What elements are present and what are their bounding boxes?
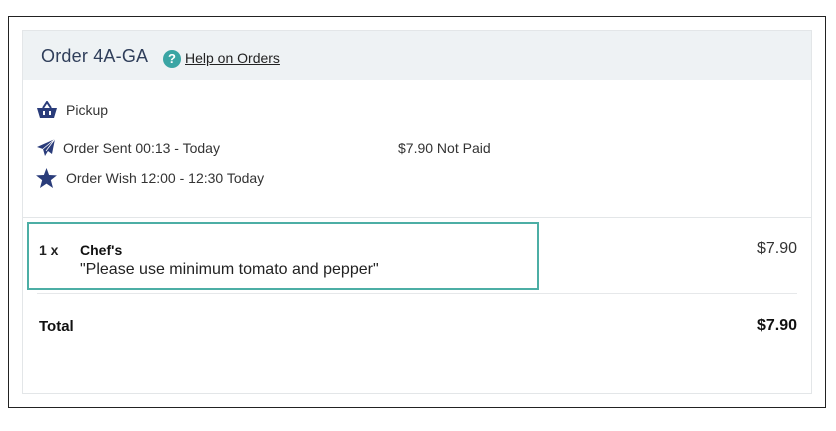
item-note: "Please use minimum tomato and pepper" [80,261,379,278]
payment-status: $7.90 Not Paid [398,140,491,156]
question-circle-icon[interactable]: ? [163,50,181,68]
order-wish-time: Order Wish 12:00 - 12:30 Today [66,170,265,186]
help-on-orders-link[interactable]: Help on Orders [185,50,280,66]
order-panel: Order 4A-GA ? Help on Orders Pickup Orde… [22,30,812,394]
order-title: Order 4A-GA [41,46,149,66]
order-header: Order 4A-GA ? Help on Orders [23,31,811,80]
total-value: $7.90 [756,317,797,334]
basket-icon [37,101,57,118]
divider [37,293,797,294]
item-name: Chef's [80,242,123,258]
item-quantity: 1 x [39,242,59,258]
order-items: 1 x Chef's "Please use minimum tomato an… [23,217,811,394]
paper-plane-icon [37,139,56,156]
star-icon [36,168,57,188]
total-label: Total [39,318,74,335]
item-price: $7.90 [756,240,797,257]
order-sent-time: Order Sent 00:13 - Today [63,140,220,156]
delivery-type: Pickup [66,102,109,118]
